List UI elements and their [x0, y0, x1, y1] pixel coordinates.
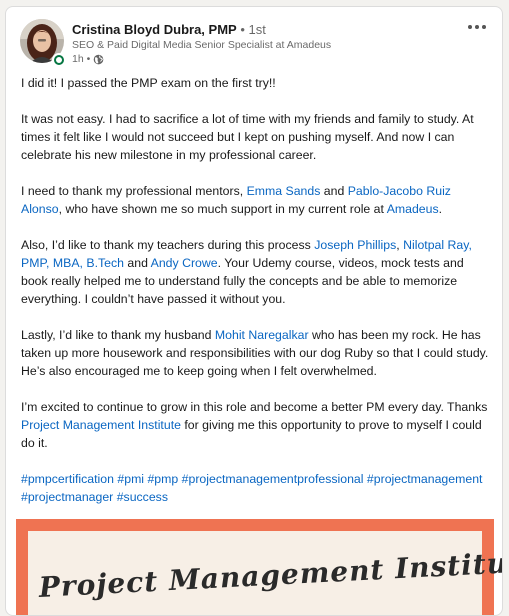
- post-image[interactable]: Project Management Institute: [16, 519, 502, 615]
- mention-link[interactable]: Emma Sands: [247, 184, 321, 198]
- hashtag-link[interactable]: #projectmanagementprofessional: [182, 472, 364, 486]
- hashtag-link[interactable]: #projectmanager: [21, 490, 113, 504]
- text-fragment: , who have shown me so much support in m…: [58, 202, 387, 216]
- post-header: Cristina Bloyd Dubra, PMP • 1st SEO & Pa…: [6, 7, 502, 71]
- text-fragment: I’m excited to continue to grow in this …: [21, 400, 488, 414]
- name-separator: •: [240, 22, 245, 37]
- hashtag-link[interactable]: #pmp: [147, 472, 178, 486]
- text-fragment: and: [123, 256, 151, 270]
- more-options-button[interactable]: [464, 17, 490, 37]
- avatar[interactable]: [20, 19, 68, 67]
- text-fragment: Lastly, I’d like to thank my husband: [21, 328, 215, 342]
- hashtag-link[interactable]: #pmpcertification: [21, 472, 114, 486]
- mention-link[interactable]: Project Management Institute: [21, 418, 181, 432]
- mention-link[interactable]: Joseph Phillips: [314, 238, 396, 252]
- online-status-icon: [52, 53, 66, 67]
- post-time: 1h •: [72, 53, 91, 65]
- post-paragraph-3: I need to thank my professional mentors,…: [21, 182, 493, 218]
- post-paragraph-4: Also, I’d like to thank my teachers duri…: [21, 236, 493, 308]
- hashtag-link[interactable]: #pmi: [117, 472, 144, 486]
- hashtags: #pmpcertification #pmi #pmp #projectmana…: [21, 470, 493, 506]
- post-paragraph-1: I did it! I passed the PMP exam on the f…: [21, 76, 276, 90]
- author-name[interactable]: Cristina Bloyd Dubra, PMP: [72, 22, 237, 37]
- hashtag-link[interactable]: #projectmanagement: [367, 472, 483, 486]
- text-fragment: .: [438, 202, 443, 216]
- post-meta: 1h •: [72, 52, 432, 66]
- connection-degree: 1st: [248, 22, 266, 37]
- text-fragment: and: [320, 184, 348, 198]
- post-paragraph-2: It was not easy. I had to sacrifice a lo…: [21, 112, 474, 162]
- post-body: I did it! I passed the PMP exam on the f…: [21, 74, 493, 506]
- mention-link[interactable]: Mohit Naregalkar: [215, 328, 309, 342]
- certificate-image: Project Management Institute: [28, 531, 502, 615]
- mention-link[interactable]: Amadeus: [387, 202, 439, 216]
- mention-link[interactable]: Andy Crowe: [151, 256, 218, 270]
- ellipsis-icon: [468, 25, 486, 29]
- hashtag-link[interactable]: #success: [117, 490, 168, 504]
- text-fragment: I need to thank my professional mentors,: [21, 184, 247, 198]
- post-card: Cristina Bloyd Dubra, PMP • 1st SEO & Pa…: [5, 6, 503, 616]
- author-info: Cristina Bloyd Dubra, PMP • 1st SEO & Pa…: [72, 21, 432, 66]
- author-name-line: Cristina Bloyd Dubra, PMP • 1st: [72, 21, 432, 38]
- globe-icon: [93, 54, 104, 64]
- certificate-title: Project Management Institute: [38, 544, 503, 604]
- post-paragraph-6: I’m excited to continue to grow in this …: [21, 398, 493, 452]
- post-paragraph-5: Lastly, I’d like to thank my husband Moh…: [21, 326, 493, 380]
- author-headline: SEO & Paid Digital Media Senior Speciali…: [72, 39, 332, 51]
- text-fragment: Also, I’d like to thank my teachers duri…: [21, 238, 315, 252]
